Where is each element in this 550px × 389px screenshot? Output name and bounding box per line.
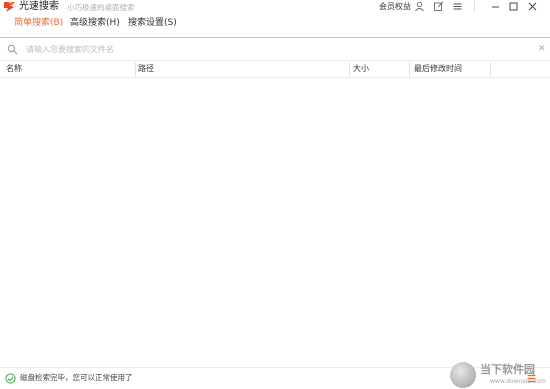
title-bar: 光速搜索 小巧极速的桌面搜索 会员权益 bbox=[0, 0, 550, 14]
hamburger-menu-icon[interactable] bbox=[452, 1, 463, 12]
tab-simple-search[interactable]: 简单搜索(B) bbox=[14, 16, 63, 30]
clear-icon[interactable]: ✕ bbox=[538, 43, 546, 55]
tab-advanced-search[interactable]: 高级搜索(H) bbox=[70, 16, 120, 30]
app-logo-icon bbox=[4, 2, 15, 12]
search-input[interactable] bbox=[26, 42, 526, 57]
site-watermark: 当下软件园 www.downxia.com bbox=[450, 362, 550, 389]
minimize-icon[interactable] bbox=[490, 1, 501, 12]
column-path[interactable]: 路径 bbox=[132, 61, 349, 77]
watermark-en-text: www.downxia.com bbox=[490, 378, 546, 385]
results-table-header: 名称 路径 大小 最后修改时间 bbox=[0, 61, 550, 78]
member-benefits-link[interactable]: 会员权益 bbox=[379, 0, 411, 13]
status-message: 磁盘检索完毕，您可以正常使用了 bbox=[20, 373, 133, 382]
column-modified-time[interactable]: 最后修改时间 bbox=[408, 61, 490, 77]
search-mode-tabs: 简单搜索(B) 高级搜索(H) 搜索设置(S) bbox=[0, 15, 550, 33]
titlebar-divider bbox=[474, 1, 475, 12]
check-circle-icon bbox=[5, 373, 16, 384]
tab-search-settings[interactable]: 搜索设置(S) bbox=[128, 16, 177, 30]
search-icon bbox=[7, 44, 18, 55]
watermark-cn-text: 当下软件园 bbox=[480, 363, 535, 376]
user-icon[interactable] bbox=[414, 1, 425, 12]
search-bar: ✕ bbox=[0, 37, 550, 61]
close-icon[interactable] bbox=[527, 1, 538, 12]
results-list[interactable] bbox=[0, 78, 550, 366]
column-name[interactable]: 名称 bbox=[0, 61, 135, 77]
app-title: 光速搜索 bbox=[19, 1, 59, 12]
column-size[interactable]: 大小 bbox=[347, 61, 409, 77]
column-divider[interactable] bbox=[490, 62, 491, 77]
watermark-logo bbox=[450, 362, 476, 388]
edit-icon[interactable] bbox=[433, 1, 444, 12]
app-subtitle: 小巧极速的桌面搜索 bbox=[67, 3, 135, 12]
maximize-icon[interactable] bbox=[508, 1, 519, 12]
